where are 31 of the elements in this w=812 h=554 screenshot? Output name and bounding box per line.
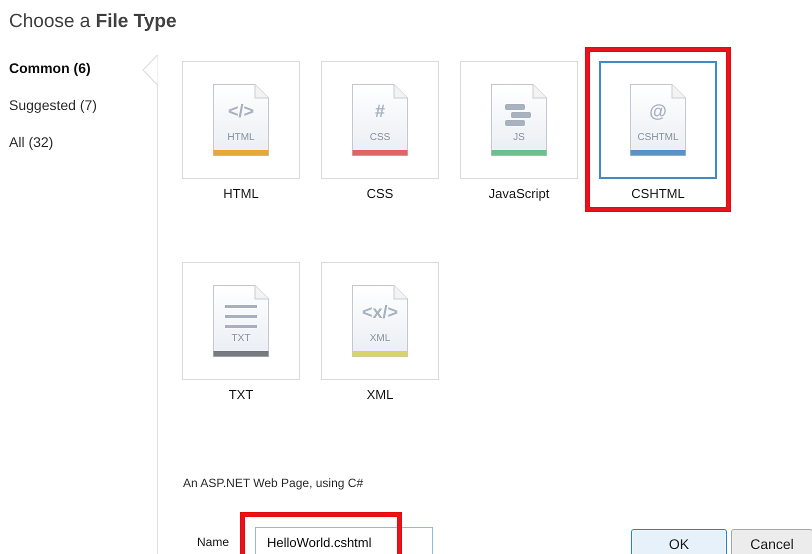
document-icon [630, 84, 686, 156]
category-item[interactable]: All (32) [9, 131, 54, 154]
file-type-label: JavaScript [488, 185, 550, 203]
file-extension-label: JS [512, 132, 526, 144]
dialog-title: Choose a File Type [9, 10, 177, 34]
file-extension-label: HTML [226, 132, 256, 144]
file-extension-label: TXT [230, 333, 252, 345]
file-extension-label: XML [368, 333, 392, 345]
name-field[interactable]: HelloWorld.cshtml [255, 527, 433, 554]
file-type-label: TXT [228, 386, 254, 404]
file-symbol: </> [226, 100, 256, 122]
document-icon [352, 285, 408, 357]
category-item[interactable]: Common (6) [9, 57, 91, 80]
file-extension-label: CSS [368, 132, 392, 144]
category-item[interactable]: Suggested (7) [9, 94, 97, 117]
document-icon [491, 84, 547, 156]
description-text: An ASP.NET Web Page, using C# [183, 475, 364, 492]
file-symbol: <x/> [360, 301, 400, 323]
dialog-button[interactable]: OK [631, 529, 727, 554]
file-extension-label: CSHTML [636, 132, 680, 144]
file-type-label: HTML [223, 185, 259, 203]
file-type-label: XML [366, 386, 394, 404]
file-type-label: CSS [366, 185, 394, 203]
name-label: Name [197, 534, 230, 551]
file-symbol: @ [648, 100, 668, 122]
document-icon [213, 84, 269, 156]
document-icon [213, 285, 269, 357]
file-symbol: # [374, 100, 386, 122]
file-type-label: CSHTML [631, 185, 685, 203]
dialog-button[interactable]: Cancel [731, 529, 812, 554]
document-icon [352, 84, 408, 156]
